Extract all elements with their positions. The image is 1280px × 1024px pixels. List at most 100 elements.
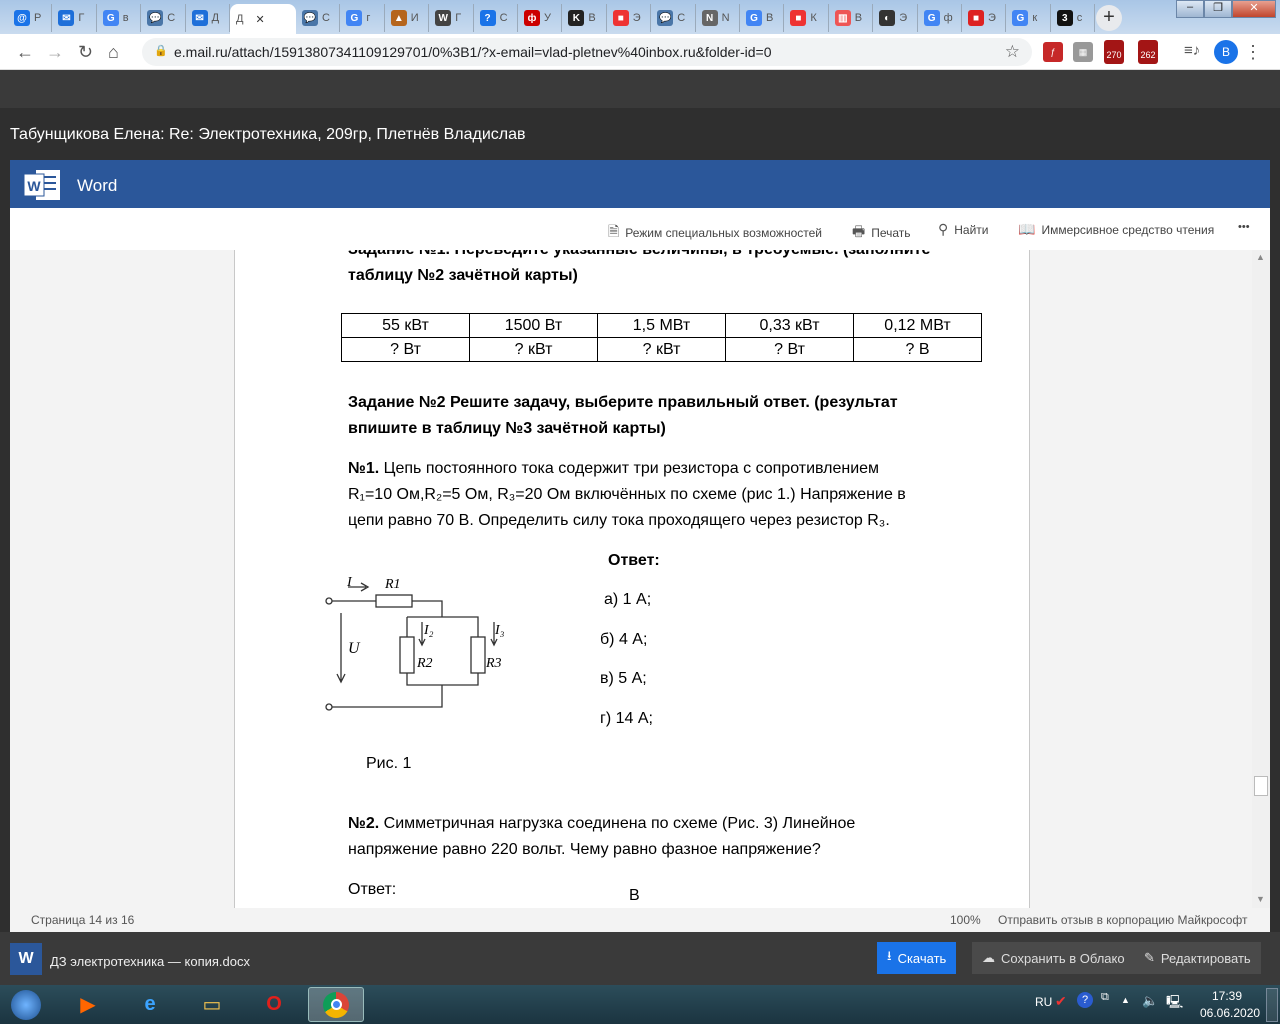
browser-tab[interactable]: ◐ Э [873, 4, 918, 32]
find-button[interactable]: ⚲ Найти [938, 221, 989, 238]
opera-taskbar-icon[interactable]: O [246, 987, 302, 1022]
volume-icon[interactable]: 🔈 [1142, 993, 1158, 1009]
tab-title: г [366, 12, 371, 24]
download-button[interactable]: ⭳ Скачать [877, 942, 957, 974]
browser-tab[interactable]: ✉ Д [186, 4, 230, 32]
browser-tab[interactable]: ■ Э [962, 4, 1007, 32]
new-tab-button[interactable]: + [1096, 5, 1122, 31]
tab-favicon-icon: ✉ [191, 10, 208, 26]
menu-dots-icon[interactable]: ⋮ [1244, 42, 1262, 63]
browser-tab[interactable]: Gк [1006, 4, 1051, 32]
browser-tab[interactable]: ? С [474, 4, 518, 32]
browser-tab[interactable]: NN [696, 4, 740, 32]
browser-tab[interactable]: ✉ Г [52, 4, 97, 32]
display-tray-icon[interactable]: ⧉ [1101, 991, 1109, 1004]
forward-icon[interactable]: → [46, 42, 64, 63]
label-I2: I₂ [423, 623, 434, 638]
back-icon[interactable]: ← [16, 42, 34, 63]
immersive-reader-button[interactable]: 📖 Иммерсивное средство чтения [1018, 221, 1214, 238]
save-to-cloud-button[interactable]: ☁ Сохранить в Облако [972, 942, 1135, 974]
network-icon[interactable]: 🖳 [1166, 993, 1183, 1015]
browser-tab[interactable]: 3с [1051, 4, 1096, 32]
docx-file-icon: W [10, 943, 42, 975]
bookmark-star-icon[interactable]: ☆ [1005, 42, 1020, 62]
url-text: e.mail.ru/attach/15913807341109129701/0%… [174, 44, 772, 60]
accessibility-mode-button[interactable]: 🗎 Режим специальных возможностей [608, 221, 822, 245]
answer-option: б) 4 А; [600, 631, 648, 648]
browser-tab[interactable]: Gв [97, 4, 142, 32]
tab-title: В [588, 12, 596, 24]
ie-taskbar-icon[interactable]: e [122, 987, 178, 1022]
browser-tab[interactable]: ■ Э [607, 4, 652, 32]
question2-answer-label: Ответ: [348, 881, 397, 898]
scroll-down-icon[interactable]: ▼ [1256, 894, 1265, 904]
tab-title: в [122, 12, 129, 24]
browser-tab[interactable]: ■ К [784, 4, 829, 32]
browser-tab[interactable]: KВ [562, 4, 607, 32]
tab-favicon-icon: 💬 [657, 10, 674, 26]
word-logo-icon: W [24, 170, 60, 200]
tab-favicon-icon: 3 [1056, 10, 1073, 26]
media-player-taskbar-icon[interactable]: ▶ [60, 987, 116, 1022]
adblock-extension-icon-2[interactable]: 262 [1138, 40, 1158, 64]
tab-favicon-icon: K [568, 10, 585, 26]
minimize-button[interactable]: – [1176, 0, 1204, 18]
more-options-button[interactable]: ••• [1238, 221, 1250, 233]
close-window-button[interactable]: ✕ [1232, 0, 1276, 18]
browser-tab[interactable]: ▲ И [385, 4, 430, 32]
language-indicator[interactable]: RU [1035, 995, 1052, 1009]
mail-subject: Табунщикова Елена: Re: Электротехника, 2… [10, 126, 526, 143]
scroll-up-icon[interactable]: ▲ [1256, 252, 1265, 262]
explorer-taskbar-icon[interactable]: ▭ [184, 987, 240, 1022]
tab-favicon-icon: 💬 [147, 10, 164, 26]
tab-bar: @ Р ✉ Г Gв 💬 С ✉ Д Д ✕ 💬 С Gг ▲ И W Г? Сф У K В ■ Э 💬 С N N G В ■ К ▥ В ◐ Э… [0, 0, 1280, 34]
tab-title: Д [211, 12, 220, 24]
edit-label: Редактировать [1160, 950, 1251, 966]
table-cell: 1,5 МВт [597, 313, 726, 338]
browser-tab[interactable]: ▥ В [829, 4, 874, 32]
home-icon[interactable]: ⌂ [108, 42, 119, 63]
browser-tab[interactable]: 💬 С [296, 4, 341, 32]
label-U: U [348, 640, 361, 657]
zoom-level[interactable]: 100% [950, 913, 981, 927]
browser-tab[interactable]: @ Р [8, 4, 53, 32]
windows-taskbar: ▶ e ▭ O RU ✔ ? ⧉ ▲ 🔈 🖳 17:39 06.06.2020 [0, 985, 1280, 1024]
start-button[interactable] [0, 987, 52, 1022]
clock-time[interactable]: 17:39 [1212, 989, 1242, 1003]
browser-tab[interactable]: GВ [740, 4, 785, 32]
feedback-link[interactable]: Отправить отзыв в корпорацию Майкрософт [998, 913, 1247, 927]
browser-tab[interactable]: 💬 С [651, 4, 696, 32]
maximize-button[interactable]: ❐ [1204, 0, 1232, 18]
adblock-extension-icon[interactable]: 270 [1104, 40, 1124, 64]
browser-tab[interactable]: Gг [340, 4, 385, 32]
puzzle-extension-icon[interactable]: ▦ [1073, 42, 1093, 62]
url-bar[interactable]: 🔒 e.mail.ru/attach/15913807341109129701/… [142, 38, 1032, 66]
tab-title: N [721, 12, 730, 24]
browser-tab[interactable]: фУ [518, 4, 563, 32]
help-tray-icon[interactable]: ? [1077, 992, 1093, 1008]
show-desktop-button[interactable] [1266, 988, 1278, 1022]
show-hidden-icons[interactable]: ▲ [1121, 995, 1130, 1005]
browser-tab[interactable]: 💬 С [141, 4, 186, 32]
media-control-icon[interactable]: ≡♪ [1184, 42, 1200, 59]
close-tab-icon[interactable]: ✕ [255, 13, 264, 26]
tab-favicon-icon: ■ [790, 10, 807, 26]
edit-button[interactable]: ✎ Редактировать [1134, 942, 1261, 974]
vertical-scrollbar[interactable]: ▲ ▼ [1252, 250, 1270, 908]
tab-favicon-icon: @ [14, 10, 30, 26]
browser-tab[interactable]: Gф [918, 4, 962, 32]
profile-avatar[interactable]: B [1214, 40, 1238, 64]
tab-title: С [322, 12, 330, 24]
document-page: Задание №1. Переведите указанные величин… [234, 250, 1030, 908]
reload-icon[interactable]: ↻ [78, 42, 93, 63]
tab-title: Д [236, 13, 244, 25]
flash-extension-icon[interactable]: ƒ [1043, 42, 1063, 62]
print-button[interactable]: 🖶 Печать [852, 221, 911, 245]
clock-date[interactable]: 06.06.2020 [1200, 1006, 1260, 1020]
label-R3: R3 [485, 656, 502, 671]
chrome-taskbar-icon[interactable] [308, 987, 364, 1022]
tab-active[interactable]: Д ✕ [230, 4, 296, 34]
browser-tab[interactable]: WГ [429, 4, 474, 32]
scrollbar-thumb[interactable] [1254, 776, 1268, 796]
tray-app-icon[interactable]: ✔ [1055, 993, 1067, 1010]
